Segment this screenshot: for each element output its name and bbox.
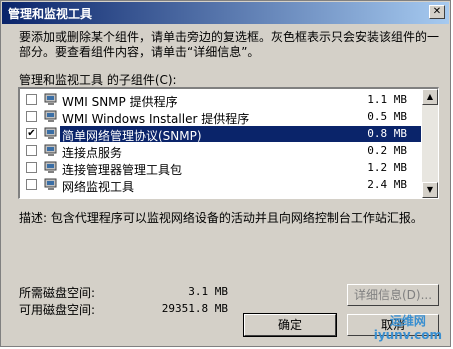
required-space-label: 所需磁盘空间:	[19, 286, 96, 300]
scroll-up-icon[interactable]: ▲	[422, 89, 438, 105]
component-checkbox[interactable]	[26, 111, 37, 122]
component-description: 描述: 包含代理程序可以监视网络设备的活动并且向网络控制台工作站汇报。	[19, 211, 423, 225]
scrollbar[interactable]: ▲ ▼	[422, 89, 438, 198]
list-item[interactable]: 连接点服务 0.2 MB	[22, 143, 421, 160]
component-name: WMI Windows Installer 提供程序	[62, 112, 250, 126]
component-size: 0.2 MB	[367, 144, 407, 157]
dialog-window: 管理和监视工具 ✕ 要添加或删除某个组件，请单击旁边的复选框。灰色框表示只会安装…	[0, 0, 451, 347]
available-space-label: 可用磁盘空间:	[19, 303, 96, 317]
component-list[interactable]: ▲ ▼ WMI SNMP 提供程序 1.1 MB WMI Windows Insta…	[18, 87, 439, 199]
details-button[interactable]: 详细信息(D)...	[347, 284, 439, 306]
component-size: 0.8 MB	[367, 127, 407, 140]
list-item[interactable]: 网络监视工具 2.4 MB	[22, 177, 421, 194]
component-name: 连接点服务	[62, 146, 123, 160]
component-size: 1.1 MB	[367, 93, 407, 106]
required-space-value: 3.1 MB	[188, 285, 228, 298]
scroll-down-icon[interactable]: ▼	[422, 182, 438, 198]
component-size: 1.2 MB	[367, 161, 407, 174]
title-bar: 管理和监视工具 ✕	[2, 2, 449, 24]
component-size: 0.5 MB	[367, 110, 407, 123]
close-button[interactable]: ✕	[429, 5, 445, 19]
computer-icon	[44, 178, 57, 190]
close-icon: ✕	[432, 6, 442, 17]
component-name: 网络监视工具	[62, 180, 135, 194]
list-item[interactable]: WMI Windows Installer 提供程序 0.5 MB	[22, 109, 421, 126]
list-item[interactable]: 连接管理器管理工具包 1.2 MB	[22, 160, 421, 177]
component-checkbox[interactable]	[26, 94, 37, 105]
component-size: 2.4 MB	[367, 178, 407, 191]
computer-icon	[44, 110, 57, 122]
ok-button[interactable]: 确定	[243, 313, 337, 337]
component-checkbox[interactable]	[26, 179, 37, 190]
component-name: WMI SNMP 提供程序	[62, 95, 178, 109]
computer-icon	[44, 93, 57, 105]
computer-icon	[44, 127, 57, 139]
component-list-label: 管理和监视工具 的子组件(C):	[19, 73, 177, 87]
list-item[interactable]: WMI SNMP 提供程序 1.1 MB	[22, 92, 421, 109]
dialog-description: 要添加或删除某个组件，请单击旁边的复选框。灰色框表示只会安装该组件的一部分。要查…	[19, 30, 440, 59]
watermark-line1: 运维网	[389, 314, 426, 328]
computer-icon	[44, 161, 57, 173]
component-name: 简单网络管理协议(SNMP)	[62, 129, 202, 143]
computer-icon	[44, 144, 57, 156]
list-item[interactable]: ✔ 简单网络管理协议(SNMP) 0.8 MB	[22, 126, 421, 143]
watermark-line2: iyunv.com	[373, 328, 442, 342]
window-title: 管理和监视工具	[8, 7, 93, 21]
available-space-value: 29351.8 MB	[161, 302, 228, 315]
component-checkbox[interactable]	[26, 162, 37, 173]
component-checkbox[interactable]: ✔	[26, 128, 37, 139]
component-name: 连接管理器管理工具包	[62, 163, 183, 177]
watermark: 运维网 iyunv.com	[374, 314, 442, 342]
component-checkbox[interactable]	[26, 145, 37, 156]
